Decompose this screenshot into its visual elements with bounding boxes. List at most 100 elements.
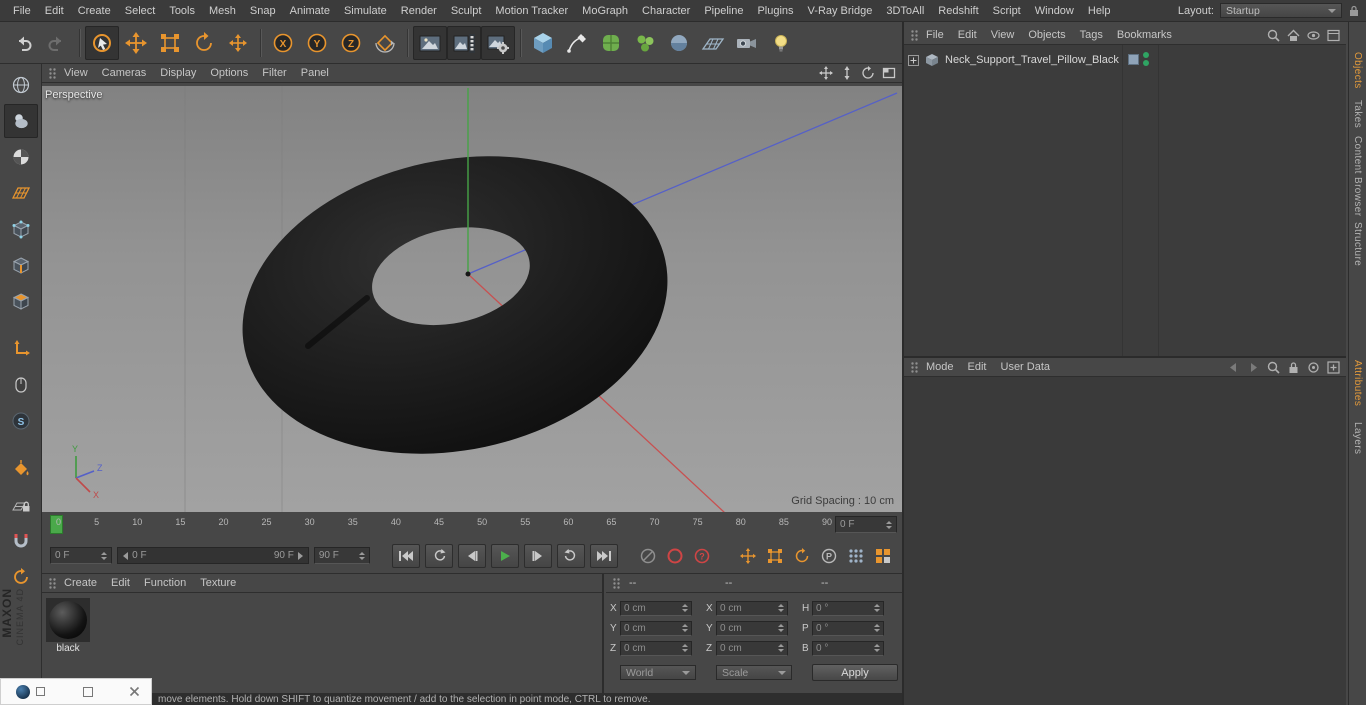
overlay-app-icon[interactable] xyxy=(16,684,30,699)
menu-window[interactable]: Window xyxy=(1028,5,1081,17)
keyframe-selection-button[interactable] xyxy=(872,545,894,567)
menu-vray-bridge[interactable]: V-Ray Bridge xyxy=(801,5,880,17)
material-name[interactable]: black xyxy=(46,643,90,654)
previous-frame-button[interactable] xyxy=(457,543,486,568)
keyframe-disabled-icon[interactable] xyxy=(637,545,659,567)
position-header[interactable]: -- xyxy=(629,577,725,589)
timeline-frame-spinner[interactable]: 0 F xyxy=(835,516,897,533)
transform-mode-dropdown[interactable]: Scale xyxy=(716,665,792,680)
om-menu-file[interactable]: File xyxy=(919,29,951,41)
snap-settings-button[interactable] xyxy=(4,524,38,558)
vp-menu-filter[interactable]: Filter xyxy=(255,67,293,79)
layer-color-chip[interactable] xyxy=(1128,54,1139,65)
points-mode-button[interactable] xyxy=(4,212,38,246)
history-forward-icon[interactable] xyxy=(1247,362,1260,373)
vp-menu-options[interactable]: Options xyxy=(203,67,255,79)
mouse-tool-button[interactable] xyxy=(4,368,38,402)
om-menu-edit[interactable]: Edit xyxy=(951,29,984,41)
om-menu-bookmarks[interactable]: Bookmarks xyxy=(1110,29,1179,41)
edges-mode-button[interactable] xyxy=(4,248,38,282)
next-frame-button[interactable] xyxy=(523,543,552,568)
workplane-lock-button[interactable] xyxy=(4,488,38,522)
panel-handle-icon[interactable] xyxy=(612,577,621,590)
materials-menu-texture[interactable]: Texture xyxy=(193,577,243,589)
paint-bucket-button[interactable] xyxy=(4,452,38,486)
tab-content-browser[interactable]: Content Browser xyxy=(1352,136,1363,216)
record-rotation-button[interactable] xyxy=(791,545,813,567)
goto-start-button[interactable] xyxy=(391,543,420,568)
om-menu-tags[interactable]: Tags xyxy=(1073,29,1110,41)
goto-end-button[interactable] xyxy=(589,543,618,568)
autokey-help-button[interactable]: ? xyxy=(691,545,713,567)
texture-mode-button[interactable] xyxy=(4,140,38,174)
pos-x-field[interactable]: 0 cm xyxy=(620,600,692,616)
apply-button[interactable]: Apply xyxy=(812,664,898,681)
menu-help[interactable]: Help xyxy=(1081,5,1118,17)
l​ock-icon[interactable] xyxy=(1287,361,1300,374)
viewport[interactable]: Y Z X Perspective Grid Spacing : 10 cm xyxy=(42,86,902,567)
menu-render[interactable]: Render xyxy=(394,5,444,17)
polygons-mode-button[interactable] xyxy=(4,284,38,318)
record-parameter-button[interactable]: P xyxy=(818,545,840,567)
toggle-view-icon[interactable] xyxy=(882,66,896,80)
menu-script[interactable]: Script xyxy=(986,5,1028,17)
tab-objects[interactable]: Objects xyxy=(1352,52,1363,89)
menu-character[interactable]: Character xyxy=(635,5,697,17)
visibility-dot-render[interactable] xyxy=(1143,60,1149,66)
deformer-button[interactable] xyxy=(662,26,696,60)
visibility-dot-editor[interactable] xyxy=(1143,52,1149,58)
tab-attributes[interactable]: Attributes xyxy=(1352,360,1363,406)
overlay-close-icon[interactable] xyxy=(129,686,140,697)
subdivision-surface-button[interactable] xyxy=(594,26,628,60)
pillow-model[interactable] xyxy=(215,118,696,491)
size-x-field[interactable]: 0 cm xyxy=(716,600,788,616)
end-frame-spinner[interactable]: 90 F xyxy=(313,547,371,564)
panel-handle-icon[interactable] xyxy=(48,577,57,590)
layout-dropdown[interactable]: Startup xyxy=(1220,3,1342,18)
workplane-mode-button[interactable] xyxy=(4,176,38,210)
search-icon[interactable] xyxy=(1267,29,1280,42)
record-keyframe-button[interactable] xyxy=(664,545,686,567)
om-menu-view[interactable]: View xyxy=(984,29,1022,41)
redo-button[interactable] xyxy=(40,26,74,60)
frame-range-slider[interactable]: 0 F 90 F xyxy=(117,547,309,564)
pen-spline-button[interactable] xyxy=(560,26,594,60)
previous-key-button[interactable] xyxy=(424,543,453,568)
viewport-solo-button[interactable]: S xyxy=(4,404,38,438)
menu-sculpt[interactable]: Sculpt xyxy=(444,5,489,17)
next-key-button[interactable] xyxy=(556,543,585,568)
scale-tool-button[interactable] xyxy=(153,26,187,60)
add-cube-button[interactable] xyxy=(526,26,560,60)
overlay-window-icon[interactable] xyxy=(36,687,45,696)
rotate-view-icon[interactable] xyxy=(861,66,875,80)
floor-environment-button[interactable] xyxy=(696,26,730,60)
size-z-field[interactable]: 0 cm xyxy=(716,640,788,656)
record-scale-button[interactable] xyxy=(764,545,786,567)
lock-z-axis-button[interactable]: Z xyxy=(334,26,368,60)
menu-edit[interactable]: Edit xyxy=(38,5,71,17)
search-icon[interactable] xyxy=(1267,361,1280,374)
vp-menu-display[interactable]: Display xyxy=(153,67,203,79)
menu-mesh[interactable]: Mesh xyxy=(202,5,243,17)
material-thumbnail[interactable] xyxy=(46,598,90,642)
vp-menu-panel[interactable]: Panel xyxy=(294,67,336,79)
lock-y-axis-button[interactable]: Y xyxy=(300,26,334,60)
pan-view-icon[interactable] xyxy=(819,66,833,80)
timeline-ruler[interactable]: 0 5 10 15 20 25 30 35 40 45 50 55 60 65 70 75 80 85 90 0 F xyxy=(42,512,902,539)
menu-mograph[interactable]: MoGraph xyxy=(575,5,635,17)
vp-menu-view[interactable]: View xyxy=(57,67,95,79)
rot-h-field[interactable]: 0 ° xyxy=(812,600,884,616)
menu-3dtoall[interactable]: 3DToAll xyxy=(879,5,931,17)
menu-create[interactable]: Create xyxy=(71,5,118,17)
coordinate-space-dropdown[interactable]: World xyxy=(620,665,696,680)
panel-handle-icon[interactable] xyxy=(48,67,57,80)
tab-takes[interactable]: Takes xyxy=(1352,100,1363,128)
materials-menu-function[interactable]: Function xyxy=(137,577,193,589)
last-used-tool-button[interactable] xyxy=(221,26,255,60)
new-panel-icon[interactable] xyxy=(1327,360,1340,374)
lock-x-axis-button[interactable]: X xyxy=(266,26,300,60)
panel-handle-icon[interactable] xyxy=(910,29,919,42)
model-mode-button[interactable] xyxy=(3,104,38,138)
object-tree[interactable]: Neck_Support_Travel_Pillow_Black xyxy=(904,45,1346,356)
object-name[interactable]: Neck_Support_Travel_Pillow_Black xyxy=(945,54,1119,66)
